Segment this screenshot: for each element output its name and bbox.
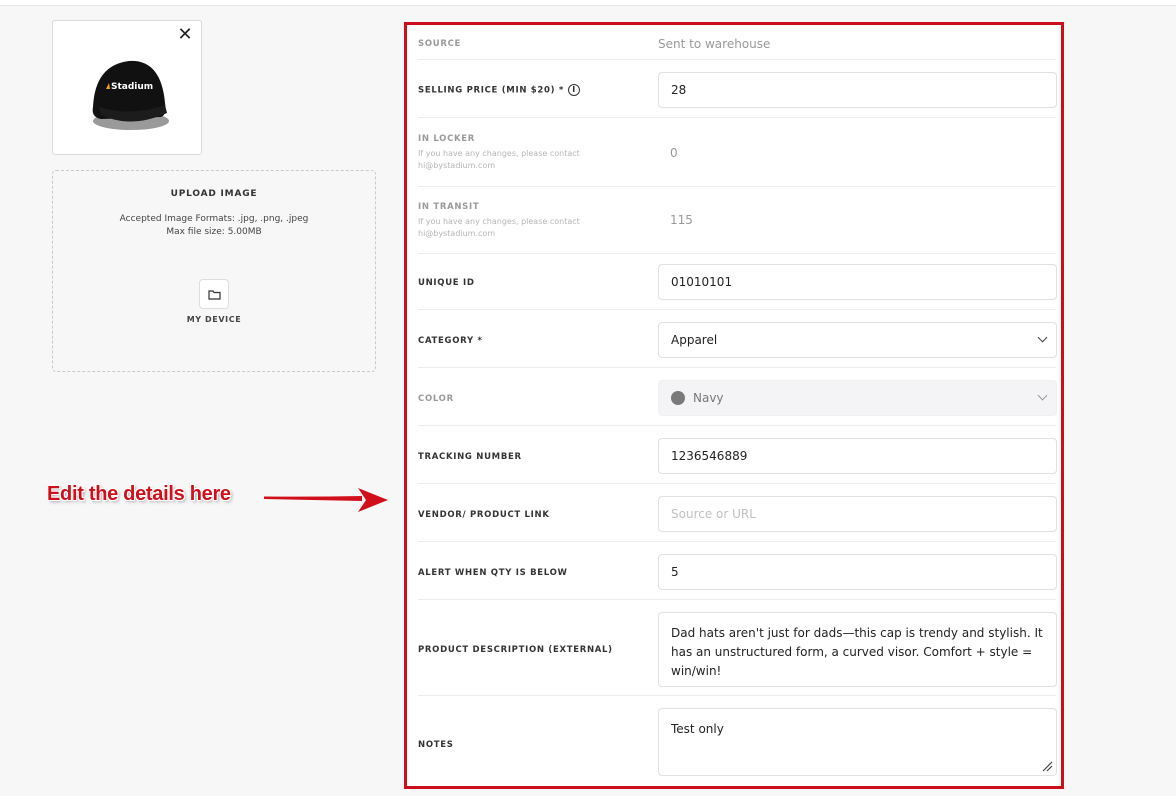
in-transit-label: IN TRANSIT xyxy=(418,202,480,212)
folder-icon xyxy=(207,289,221,300)
chevron-down-icon xyxy=(1037,390,1048,401)
selling-price-input[interactable]: 28 xyxy=(658,72,1057,108)
color-swatch xyxy=(671,391,685,405)
annotation-arrow-icon xyxy=(264,488,388,512)
color-label: COLOR xyxy=(418,394,454,404)
row-tracking: TRACKING NUMBER 1236546889 xyxy=(418,426,1057,484)
row-description: PRODUCT DESCRIPTION (EXTERNAL) Dad hats … xyxy=(418,600,1057,696)
upload-formats: Accepted Image Formats: .jpg, .png, .jpe… xyxy=(119,214,309,224)
notes-value: Test only xyxy=(671,722,724,736)
in-locker-help: If you have any changes, please contact … xyxy=(418,149,580,170)
description-label: PRODUCT DESCRIPTION (EXTERNAL) xyxy=(418,645,613,655)
in-transit-value: 115 xyxy=(670,213,693,227)
color-select[interactable]: Navy xyxy=(658,380,1057,416)
alert-qty-input[interactable]: 5 xyxy=(658,554,1057,590)
in-locker-value: 0 xyxy=(670,146,678,160)
source-value: Sent to warehouse xyxy=(658,37,771,51)
row-unique-id: UNIQUE ID 01010101 xyxy=(418,254,1057,310)
chevron-down-icon xyxy=(1037,332,1048,343)
row-notes: NOTES Test only xyxy=(418,696,1057,786)
unique-id-label: UNIQUE ID xyxy=(418,278,475,288)
tracking-label: TRACKING NUMBER xyxy=(418,452,522,462)
row-in-locker: IN LOCKER If you have any changes, pleas… xyxy=(418,118,1056,187)
product-thumbnail: ✕ Stadium xyxy=(52,20,202,155)
in-locker-label: IN LOCKER xyxy=(418,134,476,144)
unique-id-input[interactable]: 01010101 xyxy=(658,264,1057,300)
selling-price-label: SELLING PRICE (MIN $20) * i xyxy=(418,84,581,96)
alert-qty-label: ALERT WHEN QTY IS BELOW xyxy=(418,568,568,578)
category-select[interactable]: Apparel xyxy=(658,322,1057,358)
cap-image: Stadium xyxy=(92,60,169,130)
row-alert-qty: ALERT WHEN QTY IS BELOW 5 xyxy=(418,542,1057,600)
row-source: SOURCE Sent to warehouse xyxy=(418,25,1056,60)
row-selling-price: SELLING PRICE (MIN $20) * i 28 xyxy=(418,60,1057,118)
row-category: CATEGORY * Apparel xyxy=(418,310,1057,368)
cap-logo: Stadium xyxy=(111,82,153,92)
my-device-label: MY DEVICE xyxy=(186,315,242,324)
info-icon[interactable]: i xyxy=(568,84,581,96)
description-textarea[interactable]: Dad hats aren't just for dads—this cap i… xyxy=(658,612,1057,687)
upload-max-size: Max file size: 5.00MB xyxy=(166,227,262,237)
category-label: CATEGORY * xyxy=(418,336,483,346)
notes-label: NOTES xyxy=(418,740,454,750)
row-vendor-link: VENDOR/ PRODUCT LINK Source or URL xyxy=(418,484,1057,542)
color-value: Navy xyxy=(693,391,724,405)
in-transit-help: If you have any changes, please contact … xyxy=(418,217,580,238)
vendor-link-input[interactable]: Source or URL xyxy=(658,496,1057,532)
row-color: COLOR Navy xyxy=(418,368,1057,426)
tracking-input[interactable]: 1236546889 xyxy=(658,438,1057,474)
row-in-transit: IN TRANSIT If you have any changes, plea… xyxy=(418,187,1056,254)
resize-handle-icon[interactable] xyxy=(1042,761,1053,772)
annotation-text: Edit the details here xyxy=(47,483,231,505)
my-device-button[interactable] xyxy=(199,279,229,309)
product-details-form: SOURCE Sent to warehouse SELLING PRICE (… xyxy=(404,22,1064,789)
notes-textarea[interactable]: Test only xyxy=(658,708,1057,776)
top-bar xyxy=(0,0,1176,6)
upload-title: UPLOAD IMAGE xyxy=(170,189,258,199)
selling-price-label-text: SELLING PRICE (MIN $20) * xyxy=(418,85,565,96)
category-value: Apparel xyxy=(671,333,718,347)
upload-dropzone[interactable]: UPLOAD IMAGE Accepted Image Formats: .jp… xyxy=(52,170,376,372)
source-label: SOURCE xyxy=(418,39,462,49)
close-icon[interactable]: ✕ xyxy=(177,26,193,44)
vendor-link-label: VENDOR/ PRODUCT LINK xyxy=(418,510,550,520)
